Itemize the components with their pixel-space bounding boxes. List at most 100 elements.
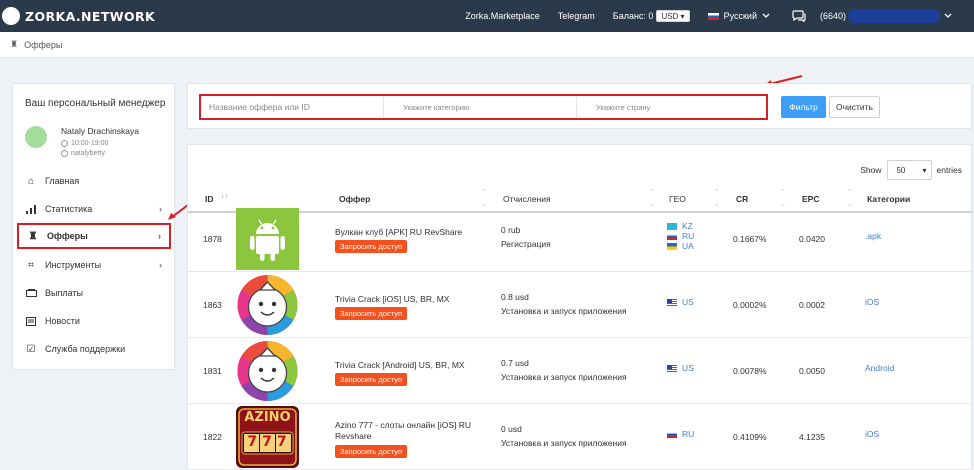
sidebar-item-payouts[interactable]: Выплаты — [17, 280, 170, 306]
offer-id: 1822 — [203, 432, 222, 442]
offer-name-placeholder: Название оффера или ID — [209, 102, 310, 112]
request-access-button[interactable]: Запросить доступ — [335, 445, 407, 458]
sidebar-item-news[interactable]: Новости — [17, 308, 170, 334]
chevron-right-icon: › — [158, 231, 161, 241]
payout-cell: 0.7 usd Установка и запуск приложения — [501, 358, 627, 382]
logo-text: ZORKA.NETWORK — [25, 8, 156, 24]
offers-table-panel: Show 50 ▾ entries ID ↓↑ Оффер ⌃ ⌄ Отчисле… — [187, 144, 973, 470]
cr-value: 0.4109% — [733, 432, 767, 442]
android-icon[interactable] — [236, 208, 299, 270]
newspaper-icon — [25, 316, 37, 326]
sidebar-item-statistics[interactable]: Статистика › — [17, 196, 170, 222]
chess-king-icon: ♜ — [28, 230, 38, 242]
checkbox-icon: ☑ — [26, 343, 36, 355]
nav-telegram-link[interactable]: Telegram — [558, 11, 595, 21]
request-access-button[interactable]: Запросить доступ — [335, 307, 407, 320]
offer-id: 1863 — [203, 300, 222, 310]
trivia-crack-icon[interactable] — [236, 340, 299, 402]
offer-cell: Вулкан клуб [APK] RU RevShare Запросить … — [335, 227, 462, 253]
kazakhstan-flag-icon — [667, 222, 677, 230]
category-select[interactable]: Укажите категорию — [384, 96, 577, 118]
nav-right: Zorka.Marketplace Telegram Баланс: 0 USD… — [465, 0, 974, 32]
logo[interactable]: ZORKA.NETWORK — [2, 7, 155, 25]
geo-code: RU — [682, 429, 695, 439]
offer-name[interactable]: Вулкан клуб [APK] RU RevShare — [335, 227, 462, 237]
manager-skype[interactable]: natalybetty — [61, 150, 105, 157]
table-row: 1822 AZINO 777 Azino 777 - слоты онлайн … — [188, 404, 973, 470]
category-link[interactable]: iOS — [865, 297, 879, 307]
request-access-button[interactable]: Запросить доступ — [335, 240, 407, 253]
sidebar-item-offers[interactable]: ♜ Офферы › — [17, 223, 171, 249]
top-navbar: ZORKA.NETWORK Zorka.Marketplace Telegram… — [0, 0, 974, 32]
filter-button[interactable]: Фильтр — [781, 96, 826, 118]
offer-name[interactable]: Trivia Crack [iOS] US, BR, MX — [335, 294, 449, 304]
geo-code: KZ — [682, 221, 693, 231]
logo-circle-icon — [2, 7, 20, 25]
clear-button[interactable]: Очистить — [829, 96, 880, 118]
azino-logo-text: AZINO — [244, 410, 291, 425]
currency-value: USD — [661, 12, 679, 21]
chevron-down-icon — [762, 13, 770, 18]
sidebar-item-label: Офферы — [47, 231, 88, 241]
breadcrumb-label: Офферы — [24, 39, 63, 50]
nav-marketplace-link[interactable]: Zorka.Marketplace — [465, 11, 540, 21]
sidebar-item-home[interactable]: ⌂ Главная — [17, 168, 170, 194]
sidebar-item-tools[interactable]: ⌗ Инструменты › — [17, 252, 170, 278]
geo-item: KZ — [667, 221, 694, 231]
chess-king-icon: ♜ — [10, 39, 19, 49]
payout-cell: 0 rub Регистрация — [501, 225, 551, 249]
table-row: 1878 Вулкан клуб [APK] RU RevShare Запро… — [188, 206, 973, 272]
azino-777-icon[interactable]: AZINO 777 — [236, 406, 299, 468]
country-select[interactable]: Укажите страну — [577, 96, 766, 118]
language-label: Русский — [723, 11, 757, 21]
user-id: (6640) — [819, 11, 846, 21]
currency-select[interactable]: USD ▾ — [656, 10, 690, 22]
payout-amount: 0 rub — [501, 225, 521, 235]
offer-id: 1831 — [203, 366, 222, 376]
table-row: 1863 Trivia Crack [iOS] US, BR, MX Запро… — [188, 272, 973, 338]
payout-type: Установка и запуск приложения — [501, 438, 627, 448]
trivia-crack-icon[interactable] — [236, 274, 299, 336]
russia-flag-icon — [667, 430, 677, 438]
offer-cell: Trivia Crack [iOS] US, BR, MX Запросить … — [335, 294, 449, 320]
geo-code: US — [682, 363, 694, 373]
filter-inputs: Название оффера или ID Укажите категорию… — [199, 94, 768, 120]
sidebar-item-label: Главная — [45, 176, 80, 186]
category-link[interactable]: iOS — [865, 429, 879, 439]
category-link[interactable]: Android — [865, 363, 894, 373]
azino-777-text: 777 — [247, 434, 292, 450]
payout-amount: 0.7 usd — [501, 358, 529, 368]
epc-value: 0.0420 — [799, 234, 825, 244]
manager-skype-text: natalybetty — [71, 150, 105, 157]
page-length-select[interactable]: 50 ▾ — [887, 160, 933, 180]
user-menu[interactable]: (6640) — [820, 9, 952, 23]
payout-amount: 0 usd — [501, 424, 522, 434]
geo-item: US — [667, 297, 694, 307]
category-link[interactable]: .apk — [865, 231, 881, 241]
offer-name-input[interactable]: Название оффера или ID — [201, 96, 384, 118]
sidebar-item-label: Статистика — [45, 204, 93, 214]
geo-code: US — [682, 297, 694, 307]
country-placeholder: Укажите страну — [596, 102, 651, 112]
sort-asc-icon[interactable]: ↓↑ — [221, 191, 228, 203]
offer-cell: Trivia Crack [Android] US, BR, MX Запрос… — [335, 360, 465, 386]
offer-name[interactable]: Azino 777 - слоты онлайн [iOS] RU Revsha… — [335, 420, 485, 442]
chat-icon[interactable] — [792, 10, 806, 22]
russia-flag-icon — [667, 232, 677, 240]
ukraine-flag-icon — [667, 242, 677, 250]
sidebar-item-support[interactable]: ☑ Служба поддержки — [17, 336, 170, 362]
filter-panel: Название оффера или ID Укажите категорию… — [187, 83, 972, 129]
manager-hours-text: 10:00-19:00 — [71, 140, 109, 147]
geo-item: RU — [667, 429, 694, 439]
epc-value: 4.1235 — [799, 432, 825, 442]
show-label: Show — [860, 165, 882, 175]
language-select[interactable]: Русский — [707, 11, 770, 21]
request-access-button[interactable]: Запросить доступ — [335, 373, 407, 386]
offer-name[interactable]: Trivia Crack [Android] US, BR, MX — [335, 360, 465, 370]
user-name-redacted — [848, 9, 940, 23]
page-length-control: Show 50 ▾ entries — [860, 160, 962, 180]
balance: Баланс: 0 USD ▾ — [613, 10, 690, 22]
manager-avatar — [25, 126, 47, 148]
cr-value: 0.0078% — [733, 366, 767, 376]
breadcrumb: ♜ Офферы — [0, 32, 974, 58]
